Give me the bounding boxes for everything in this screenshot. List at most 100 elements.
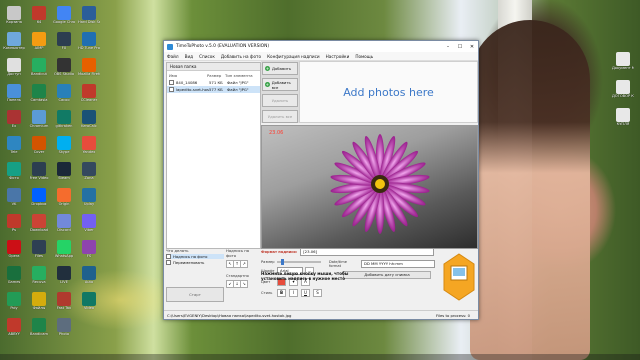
italic-button[interactable]: I (289, 289, 298, 297)
file-checkbox[interactable] (169, 80, 174, 85)
file-row[interactable]: 840_14086 571 КБ Файл "JPG" (167, 79, 260, 86)
add-button[interactable]: + Добавить (262, 62, 298, 75)
desktop-icon[interactable]: Панель (3, 84, 25, 102)
underline-button[interactable]: U (301, 289, 310, 297)
desktop-icon[interactable]: Ps (3, 214, 25, 232)
desktop-icon[interactable]: Zona (78, 162, 100, 180)
start-button[interactable]: Старт (166, 287, 224, 302)
desktop-icon[interactable]: Free Video (28, 162, 50, 180)
desktop-icon[interactable]: Hard Disk Sentinel (78, 6, 100, 24)
desktop-icon[interactable]: LIVE (53, 266, 75, 284)
menu-item[interactable]: Настройки (326, 54, 350, 59)
desktop-icon[interactable]: Origin (53, 188, 75, 206)
desktop-icon[interactable]: Uplay (78, 188, 100, 206)
photo-preview[interactable]: 23.06 (261, 125, 478, 249)
strike-button[interactable]: S (313, 289, 322, 297)
desktop-icon[interactable]: Games (3, 266, 25, 284)
minimize-button[interactable]: – (442, 44, 454, 50)
desktop-icon[interactable]: HD Tune Pro (78, 32, 100, 50)
option-checkbox[interactable] (166, 260, 171, 265)
desktop-icon[interactable]: CCleaner (78, 84, 100, 102)
desktop-icon[interactable]: ABBYY (3, 318, 25, 336)
column-name[interactable]: Имя (169, 73, 207, 78)
desktop-icon[interactable]: Фото (3, 162, 25, 180)
option-item[interactable]: Переименовать (166, 260, 224, 265)
desktop-icon[interactable]: Cover (28, 136, 50, 154)
desktop-icon[interactable]: ДОГОВОР КУПЛИ (612, 80, 634, 98)
column-type[interactable]: Тип элемента (225, 73, 253, 78)
desktop-icon[interactable]: Recuva (28, 266, 50, 284)
title-bar[interactable]: TimeToPhoto v.5.0 (EVALUATION VERSION) –… (164, 41, 478, 52)
desktop-icon[interactable]: Video (78, 292, 100, 310)
option-item[interactable]: Надпись на фото (166, 254, 224, 259)
desktop-icon[interactable]: Chromium (28, 110, 50, 128)
desktop-icon[interactable]: Доступ (3, 58, 25, 76)
desktop-icon[interactable]: Files (28, 240, 50, 258)
file-row[interactable]: lapedito-svet-hostok577 КБ Файл "JPG" (167, 86, 260, 93)
desktop-icon[interactable]: Dropbox (28, 188, 50, 206)
file-size: 577 КБ (209, 87, 223, 92)
folder-tab[interactable]: Новая папка (167, 63, 260, 71)
desktop-icon[interactable]: Ex (3, 110, 25, 128)
menu-item[interactable]: Вид (185, 54, 194, 59)
desktop-icon[interactable]: AIMP (28, 32, 50, 50)
status-files-count: Files to process: 0 (435, 313, 470, 318)
desktop-icon[interactable]: Компьютер (3, 32, 25, 50)
desktop-icon[interactable]: Fast Tax (53, 292, 75, 310)
arrow-up-right[interactable]: ↗ (240, 260, 248, 268)
maximize-button[interactable]: ☐ (454, 44, 466, 50)
size-slider[interactable] (277, 259, 321, 265)
desktop-icon[interactable]: Opera (3, 240, 25, 258)
desktop-icon[interactable]: FX (53, 32, 75, 50)
desktop-icon[interactable]: VK (3, 188, 25, 206)
menu-item[interactable]: Помощь (355, 54, 373, 59)
desktop-icon[interactable]: KeroCalc (78, 110, 100, 128)
desktop-icon[interactable]: Yandex (78, 136, 100, 154)
desktop-icon[interactable]: WhatsApp (53, 240, 75, 258)
menu-item[interactable]: Список (199, 54, 215, 59)
bold-button[interactable]: B (277, 289, 286, 297)
menu-item[interactable]: Конфигурация надписи (267, 54, 320, 59)
desktop-icon[interactable]: Bandicut (28, 58, 50, 76)
desktop-icon[interactable]: Cacoo (53, 84, 75, 102)
format-input[interactable]: [23.06] (300, 248, 435, 256)
desktop-icon[interactable]: Photo (53, 318, 75, 336)
desktop-icon[interactable]: 64 (28, 6, 50, 24)
desktop-icon[interactable]: FS (78, 240, 100, 258)
close-button[interactable]: ✕ (466, 44, 478, 50)
desktop-icon[interactable]: Camtasia (28, 84, 50, 102)
desktop-icon[interactable]: Корзина (3, 6, 25, 24)
app-icon (32, 240, 46, 254)
menu-item[interactable]: Файл (167, 54, 179, 59)
desktop-icon[interactable]: Tele (3, 136, 25, 154)
desktop-icon[interactable]: Download (28, 214, 50, 232)
desktop-icon[interactable]: Файлы (28, 292, 50, 310)
desktop-icon[interactable]: Viber (78, 214, 100, 232)
file-checkbox[interactable] (169, 87, 174, 92)
desktop-icon-label: КУПЛЯ (616, 122, 630, 126)
menu-item[interactable]: Добавить на фото (221, 54, 261, 59)
desktop-icon[interactable]: Auto (78, 266, 100, 284)
add-all-button[interactable]: + Добавить все (262, 78, 298, 91)
date-format-select[interactable]: DD MM YYYY hh:mm (361, 260, 435, 268)
desktop-icon[interactable]: OBS Studio (53, 58, 75, 76)
desktop-icon[interactable]: Poly (3, 292, 25, 310)
desktop-icon[interactable]: Steam (53, 162, 75, 180)
size-slider-knob[interactable] (281, 259, 284, 265)
column-size[interactable]: Размер (207, 73, 225, 78)
desktop-icon-label: Games (7, 280, 21, 284)
desktop-icon[interactable]: Discord (53, 214, 75, 232)
option-checkbox[interactable] (166, 254, 171, 259)
desktop-icon[interactable]: Skype (53, 136, 75, 154)
desktop-icon[interactable]: Mozilla Firefox (78, 58, 100, 76)
add-photos-dropzone[interactable]: Add photos here (299, 61, 478, 123)
preview-timestamp[interactable]: 23.06 (269, 130, 283, 136)
desktop-icon[interactable]: КУПЛЯ (612, 108, 634, 126)
arrow-down-right[interactable]: ↘ (240, 280, 248, 288)
desktop-icon[interactable]: Google Chrome (53, 6, 75, 24)
desktop-icon[interactable]: Bandicam (28, 318, 50, 336)
desktop-icon[interactable]: Документ Microsoft (612, 52, 634, 70)
desktop-icon[interactable]: gitkraken (53, 110, 75, 128)
remove-button[interactable]: Удалить (262, 94, 298, 107)
remove-all-button[interactable]: Удалить все (262, 110, 298, 123)
